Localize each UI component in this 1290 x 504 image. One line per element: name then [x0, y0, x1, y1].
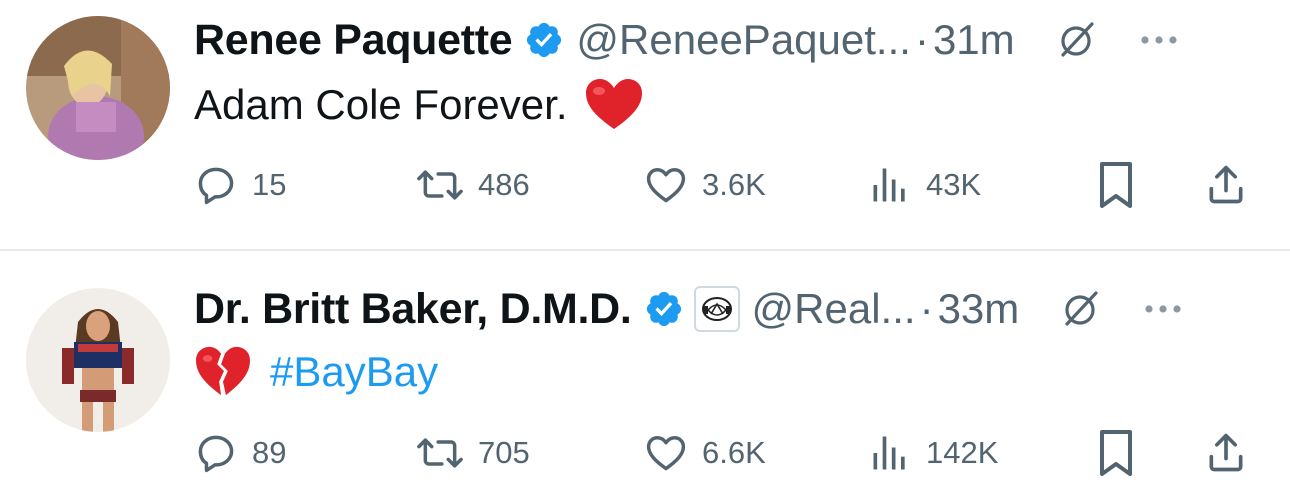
- separator-dot: ·: [914, 16, 929, 63]
- affiliate-badge[interactable]: [693, 286, 740, 332]
- author-handle[interactable]: @ReneePaquet...: [576, 16, 911, 64]
- tweet-header: Dr. Britt Baker, D.M.D. @Real... · 33m: [194, 280, 1270, 338]
- like-button[interactable]: 3.6K: [644, 155, 766, 215]
- repost-icon: [417, 438, 463, 468]
- avatar-image: [26, 288, 170, 432]
- tweet-text: #BayBay: [194, 341, 438, 403]
- avatar[interactable]: [26, 16, 170, 160]
- affiliate-badge-icon: [701, 297, 732, 321]
- grok-icon[interactable]: [1055, 18, 1099, 62]
- bookmark-button[interactable]: [1094, 155, 1138, 215]
- tweet[interactable]: Renee Paquette @ReneePaquet... · 31m Ada…: [0, 0, 1290, 249]
- views-icon: [873, 436, 905, 470]
- like-button[interactable]: 6.6K: [644, 423, 766, 483]
- reply-icon: [198, 167, 234, 205]
- like-icon: [646, 436, 686, 471]
- repost-count: 705: [478, 435, 530, 470]
- repost-button[interactable]: 705: [416, 423, 530, 483]
- timestamp[interactable]: 31m: [933, 16, 1015, 64]
- views-count: 43K: [926, 167, 982, 202]
- avatar-image: [26, 16, 170, 160]
- share-icon: [1209, 433, 1243, 472]
- grok-icon[interactable]: [1059, 287, 1103, 331]
- views-button[interactable]: 43K: [868, 155, 981, 215]
- bookmark-icon: [1100, 162, 1132, 208]
- broken-heart-icon: [196, 346, 250, 396]
- action-bar: 89 705 6.6K 142K: [194, 423, 1260, 483]
- tweet[interactable]: Dr. Britt Baker, D.M.D. @Real... · 33m #…: [0, 251, 1290, 504]
- author-name[interactable]: Renee Paquette: [194, 16, 513, 65]
- red-heart-icon: [585, 79, 642, 129]
- hashtag-link[interactable]: #BayBay: [270, 348, 438, 396]
- reply-button[interactable]: 89: [194, 423, 286, 483]
- separator-dot: ·: [919, 285, 934, 332]
- like-count: 3.6K: [702, 167, 766, 202]
- repost-button[interactable]: 486: [416, 155, 530, 215]
- timestamp[interactable]: 33m: [938, 285, 1020, 333]
- bookmark-button[interactable]: [1094, 423, 1138, 483]
- tweet-header: Renee Paquette @ReneePaquet... · 31m: [194, 11, 1270, 69]
- repost-count: 486: [478, 167, 530, 202]
- views-icon: [873, 168, 905, 202]
- share-button[interactable]: [1204, 423, 1248, 483]
- tweet-body: Adam Cole Forever.: [194, 81, 568, 128]
- bookmark-icon: [1100, 430, 1132, 476]
- share-icon: [1209, 165, 1243, 204]
- more-icon[interactable]: [1143, 303, 1183, 315]
- reply-icon: [198, 435, 234, 473]
- repost-icon: [417, 170, 463, 200]
- reply-count: 89: [252, 435, 287, 470]
- author-name[interactable]: Dr. Britt Baker, D.M.D.: [194, 285, 632, 334]
- share-button[interactable]: [1204, 155, 1248, 215]
- views-count: 142K: [926, 435, 999, 470]
- more-icon[interactable]: [1139, 34, 1179, 46]
- verified-badge-icon: [646, 291, 681, 327]
- tweet-text: Adam Cole Forever.: [194, 74, 644, 136]
- reply-count: 15: [252, 167, 287, 202]
- verified-badge-icon: [527, 22, 562, 58]
- action-bar: 15 486 3.6K 43K: [194, 155, 1260, 215]
- reply-button[interactable]: 15: [194, 155, 286, 215]
- author-handle[interactable]: @Real...: [752, 285, 916, 333]
- like-count: 6.6K: [702, 435, 766, 470]
- avatar[interactable]: [26, 288, 170, 432]
- views-button[interactable]: 142K: [868, 423, 998, 483]
- like-icon: [646, 168, 686, 203]
